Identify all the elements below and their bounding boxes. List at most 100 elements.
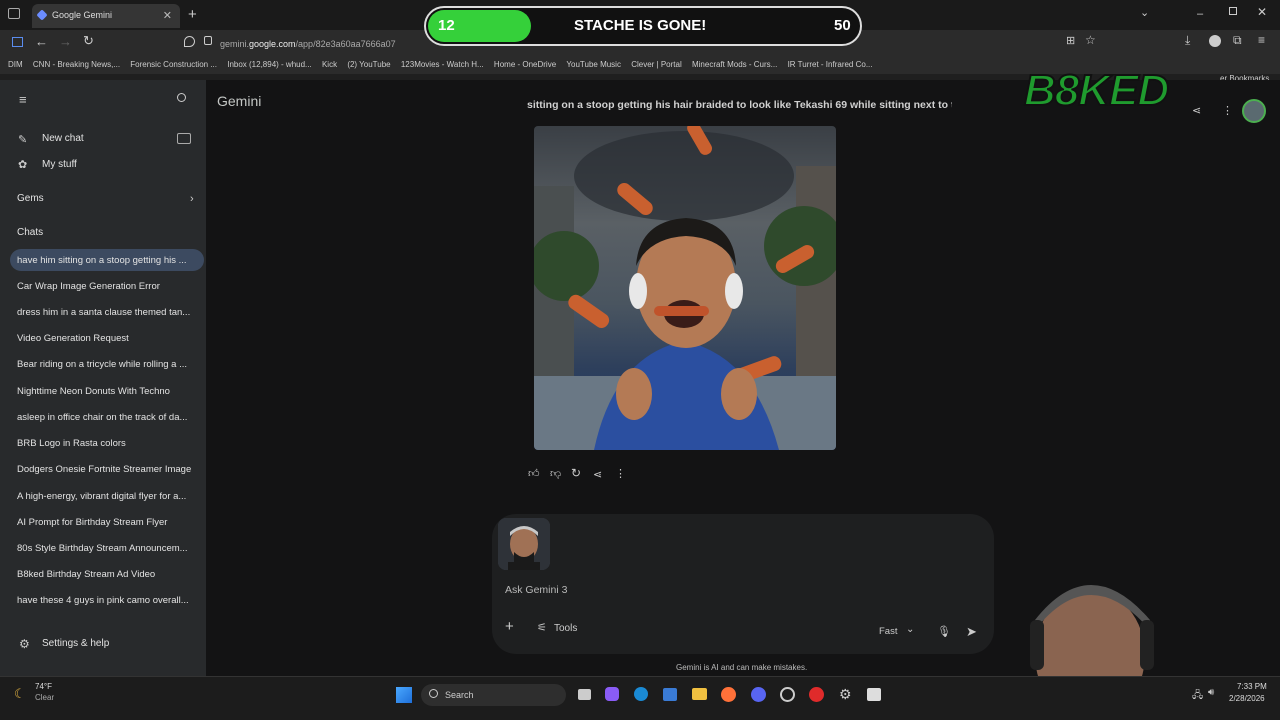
file-explorer-icon[interactable] [692,688,707,700]
thumbs-up-icon[interactable]: 👍︎ [528,467,540,480]
gems-link[interactable]: Gems [17,193,137,204]
chevron-right-icon[interactable]: › [190,193,194,205]
bookmark-item[interactable]: YouTube Music [566,60,621,69]
bookmark-item[interactable]: IR Turret - Infrared Co... [788,60,873,69]
volume-icon[interactable]: 🔊︎ [1208,687,1214,698]
tools-button[interactable]: Tools [554,623,577,634]
maximize-window-icon[interactable] [1229,7,1237,15]
snipping-tool-icon[interactable] [867,688,881,701]
send-icon[interactable]: ➤ [966,624,977,640]
close-window-icon[interactable]: ✕ [1257,5,1267,19]
windows-start-icon[interactable] [396,687,412,703]
main-menu-icon[interactable]: ≡ [19,92,27,107]
profile-icon[interactable] [1209,35,1221,47]
chat-item[interactable]: B8ked Birthday Stream Ad Video [17,569,197,580]
chat-item[interactable]: asleep in office chair on the track of d… [17,412,197,423]
app-menu-icon[interactable]: ≡ [1258,33,1265,47]
extensions-sidebar-icon[interactable] [12,37,23,47]
chat-item[interactable]: have him sitting on a stoop getting his … [17,255,197,266]
app-title: Gemini [217,93,262,109]
minimize-window-icon[interactable]: – [1197,8,1203,20]
share-response-icon[interactable]: ⋖ [593,468,602,481]
browser-tab[interactable]: Google Gemini ✕ [32,4,180,28]
attached-image-thumbnail[interactable] [498,518,550,570]
avatar[interactable] [1242,99,1266,123]
bookmark-star-icon[interactable]: ☆ [1085,33,1096,47]
chat-item[interactable]: 80s Style Birthday Stream Announcem... [17,543,197,554]
obs-icon[interactable] [780,687,795,702]
windows-taskbar: ☾ 74°F Clear Search ⚙ 🖧︎ 🔊︎ 7:33 PM 2/28… [0,676,1280,720]
edge-browser-icon[interactable] [634,687,648,701]
reload-icon[interactable]: ↻ [83,33,94,49]
discord-icon[interactable] [751,687,766,702]
regenerate-icon[interactable]: ↻ [571,466,581,480]
task-view-icon[interactable] [578,689,591,700]
copilot-icon[interactable] [605,687,619,701]
weather-desc[interactable]: Clear [35,693,54,702]
tab-menu-icon[interactable] [8,8,20,19]
chat-item[interactable]: Nighttime Neon Donuts With Techno [17,386,197,397]
generated-image[interactable] [534,126,836,450]
store-icon[interactable] [663,688,677,701]
prompt-input-placeholder[interactable]: Ask Gemini 3 [505,584,567,596]
temporary-chat-icon[interactable] [177,133,191,144]
add-attachment-icon[interactable]: + [505,618,514,635]
search-icon[interactable] [177,93,186,102]
new-chat-button[interactable]: New chat [42,133,162,144]
settings-help-link[interactable]: Settings & help [42,638,162,649]
taskbar-search-icon [429,689,438,698]
bookmark-item[interactable]: 123Movies - Watch H... [401,60,484,69]
bookmark-item[interactable]: Forensic Construction ... [130,60,217,69]
extensions-icon[interactable]: ⧉ [1233,33,1242,48]
url-domain: google.com [249,39,296,49]
chat-item[interactable]: Dodgers Onesie Fortnite Streamer Image [17,464,197,475]
bookmark-item[interactable]: Clever | Portal [631,60,682,69]
firefox-icon[interactable] [721,687,736,702]
mode-selector[interactable]: Fast [879,626,897,637]
weather-temp[interactable]: 74°F [35,682,52,691]
bookmark-item[interactable]: Home - OneDrive [494,60,556,69]
taskbar-search-label: Search [445,690,474,700]
chat-item[interactable]: Video Generation Request [17,333,197,344]
downloads-icon[interactable]: ⤓ [1185,33,1190,48]
bookmark-item[interactable]: Minecraft Mods - Curs... [692,60,777,69]
clock-date[interactable]: 2/28/2026 [1229,694,1265,703]
bookmark-item[interactable]: DIM [8,60,23,69]
tab-list-chevron-icon[interactable]: ⌄ [1140,6,1149,19]
bookmark-item[interactable]: Kick [322,60,337,69]
bookmark-item[interactable]: CNN - Breaking News,... [33,60,120,69]
bookmark-item[interactable]: Inbox (12,894) - whud... [227,60,312,69]
new-tab-icon[interactable]: + [188,6,197,23]
settings-app-icon[interactable]: ⚙ [839,686,852,703]
back-arrow-icon[interactable]: ← [35,34,48,49]
more-options-icon[interactable]: ⋮ [1222,104,1233,117]
taskbar-search-box[interactable]: Search [421,684,566,706]
weather-moon-icon[interactable]: ☾ [14,686,26,702]
chat-item[interactable]: dress him in a santa clause themed tan..… [17,307,197,318]
tools-sliders-icon: ⚟ [537,622,547,634]
chat-item[interactable]: Bear riding on a tricycle while rolling … [17,359,197,370]
network-icon[interactable]: 🖧︎ [1192,688,1203,705]
stream-goal-banner: 12 STACHE IS GONE! 50 [424,6,862,46]
bookmark-item[interactable]: (2) YouTube [347,60,390,69]
more-response-options-icon[interactable]: ⋮ [615,467,626,480]
thumbs-down-icon[interactable]: 👎︎ [550,467,561,480]
microphone-icon[interactable]: 🎙︎ [937,625,951,638]
reader-view-icon[interactable]: ⊞ [1066,34,1075,47]
clock-time[interactable]: 7:33 PM [1237,682,1267,691]
chat-item[interactable]: AI Prompt for Birthday Stream Flyer [17,517,197,528]
chat-item[interactable]: BRB Logo in Rasta colors [17,438,197,449]
chat-item[interactable]: A high-energy, vibrant digital flyer for… [17,491,197,502]
chevron-down-icon[interactable]: ⌄ [906,624,914,635]
chat-item[interactable]: Car Wrap Image Generation Error [17,281,197,292]
b8ked-logo: B8KED [1022,64,1222,116]
close-tab-icon[interactable]: ✕ [163,9,172,22]
prompt-input-box[interactable]: Ask Gemini 3 + ⚟ Tools Fast ⌄ 🎙︎ ➤ [492,514,994,654]
chat-item[interactable]: have these 4 guys in pink camo overall..… [17,595,197,606]
user-prompt-text: sitting on a stoop getting his hair brai… [527,99,952,111]
media-player-icon[interactable] [809,687,824,702]
my-stuff-link[interactable]: My stuff [42,159,162,170]
goal-current-count: 12 [438,17,455,34]
settings-gear-icon: ⚙ [19,637,30,651]
gemini-sidebar: ≡ ✎ New chat ✿ My stuff Gems › Chats [0,80,206,676]
